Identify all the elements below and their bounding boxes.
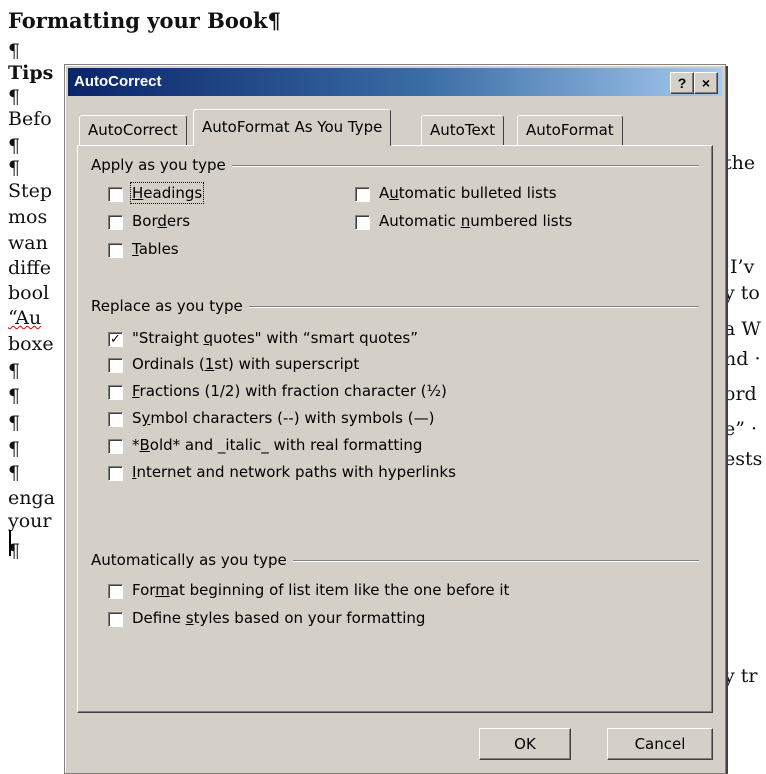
document-line: bool <box>8 282 50 304</box>
dialog-title: AutoCorrect <box>74 73 162 90</box>
document-line-fragment: nd · <box>724 348 761 370</box>
tables-checkbox[interactable] <box>108 243 123 258</box>
borders-label[interactable]: Borders <box>132 212 190 230</box>
document-line: ¶ <box>8 135 21 157</box>
document-line-fragment: e” · <box>724 418 758 440</box>
smart-quotes-label[interactable]: "Straight quotes" with “smart quotes” <box>132 329 418 347</box>
automatic-bulleted-lists-label[interactable]: Automatic bulleted lists <box>379 184 557 202</box>
format-list-item-checkbox[interactable] <box>108 584 123 599</box>
bold-italic-label[interactable]: *Bold* and _italic_ with real formatting <box>132 436 422 454</box>
document-line: ¶ <box>8 360 21 382</box>
symbol-characters-checkbox[interactable] <box>108 412 123 427</box>
define-styles-checkbox[interactable] <box>108 612 123 627</box>
autocorrect-dialog: AutoCorrect ? × AutoCorrect AutoFormat A… <box>64 64 726 774</box>
document-title: Formatting your Book¶ <box>8 8 281 33</box>
apply-group-divider <box>225 165 699 167</box>
smart-quotes-checkbox[interactable]: ✓ <box>108 332 123 347</box>
document-line-fragment: a W <box>724 318 761 340</box>
symbol-characters-label[interactable]: Symbol characters (--) with symbols (—) <box>132 409 434 427</box>
tab-autoformat-as-you-type[interactable]: AutoFormat As You Type <box>193 109 392 146</box>
dialog-titlebar[interactable]: AutoCorrect ? × <box>68 68 722 96</box>
document-line: ¶ <box>8 40 21 62</box>
document-line-fragment: ·I’v <box>724 256 755 278</box>
text-cursor <box>9 530 11 556</box>
document-line: “Au <box>8 307 42 329</box>
ok-button[interactable]: OK <box>479 728 571 760</box>
tables-label[interactable]: Tables <box>132 240 179 258</box>
bold-italic-checkbox[interactable] <box>108 439 123 454</box>
headings-label[interactable]: Headings <box>129 182 205 204</box>
cancel-button[interactable]: Cancel <box>607 728 713 760</box>
document-line: diffe <box>8 257 51 279</box>
autoformat-as-you-type-panel <box>77 145 713 713</box>
ordinals-label[interactable]: Ordinals (1st) with superscript <box>132 355 359 373</box>
document-line-fragment: y tr <box>724 665 758 687</box>
tab-autoformat[interactable]: AutoFormat <box>517 115 623 146</box>
automatic-numbered-lists-checkbox[interactable] <box>355 215 370 230</box>
document-line: your <box>8 510 52 532</box>
replace-group-divider <box>245 306 699 308</box>
document-line-fragment: ord <box>724 383 757 405</box>
document-line-fragment: ests <box>724 448 763 470</box>
document-line: ¶ <box>8 412 21 434</box>
document-line: ¶ <box>8 438 21 460</box>
document-line: Befo <box>8 108 52 130</box>
automatic-numbered-lists-label[interactable]: Automatic numbered lists <box>379 212 572 230</box>
format-list-item-label[interactable]: Format beginning of list item like the o… <box>132 581 509 599</box>
auto-group-label: Automatically as you type <box>91 551 293 569</box>
document-line: wan <box>8 232 48 254</box>
ordinals-checkbox[interactable] <box>108 358 123 373</box>
document-line: ¶ <box>8 86 21 108</box>
borders-checkbox[interactable] <box>108 215 123 230</box>
headings-checkbox[interactable] <box>108 187 123 202</box>
document-line: boxe <box>8 333 54 355</box>
document-line: ¶ <box>8 385 21 407</box>
tab-autotext[interactable]: AutoText <box>421 115 505 146</box>
help-button[interactable]: ? <box>670 72 694 94</box>
document-line-fragment: y to <box>724 282 760 304</box>
document-line: enga <box>8 487 55 509</box>
document-line-fragment: the <box>724 152 756 174</box>
document-line: ¶ <box>8 462 21 484</box>
replace-group-label: Replace as you type <box>91 297 249 315</box>
hyperlinks-label[interactable]: Internet and network paths with hyperlin… <box>132 463 456 481</box>
close-button[interactable]: × <box>694 72 718 94</box>
checkmark-icon: ✓ <box>110 332 121 347</box>
fractions-label[interactable]: Fractions (1/2) with fraction character … <box>132 382 447 400</box>
hyperlinks-checkbox[interactable] <box>108 466 123 481</box>
define-styles-label[interactable]: Define styles based on your formatting <box>132 609 425 627</box>
automatic-bulleted-lists-checkbox[interactable] <box>355 187 370 202</box>
document-line: mos <box>8 206 48 228</box>
apply-group-label: Apply as you type <box>91 156 232 174</box>
fractions-checkbox[interactable] <box>108 385 123 400</box>
tab-autocorrect[interactable]: AutoCorrect <box>79 115 187 146</box>
document-line: ¶ <box>8 157 21 179</box>
document-line: Step <box>8 180 53 202</box>
auto-group-divider <box>285 560 699 562</box>
document-line: Tips <box>8 62 54 84</box>
